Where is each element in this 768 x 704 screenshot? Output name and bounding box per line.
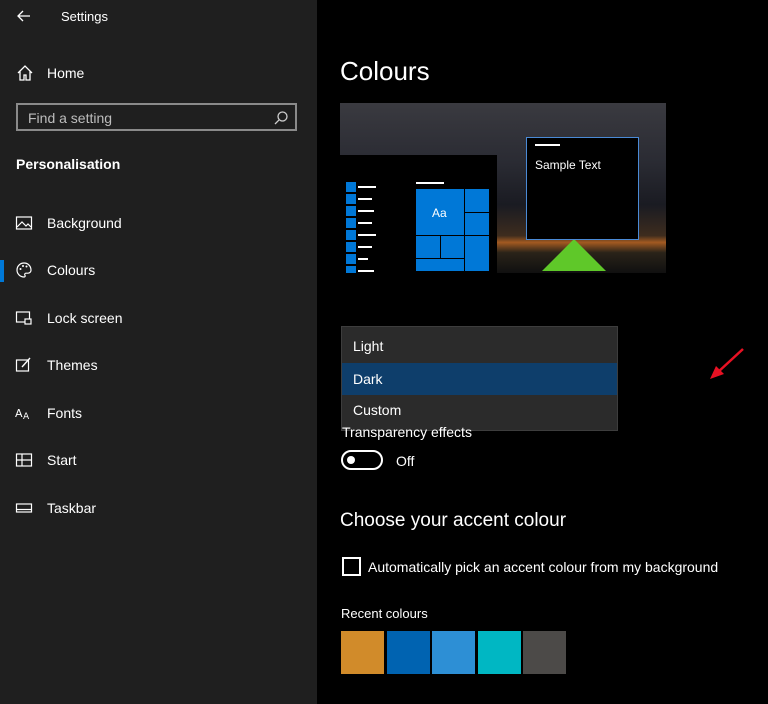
transparency-toggle[interactable] <box>341 450 383 470</box>
preview-tile-text: Aa <box>432 206 447 220</box>
search-icon[interactable] <box>273 110 289 126</box>
sidebar-item-fonts[interactable]: AA Fonts <box>0 397 317 429</box>
home-nav-item[interactable]: Home <box>0 60 317 86</box>
annotation-arrow-icon <box>705 343 755 383</box>
transparency-label: Transparency effects <box>342 424 472 440</box>
sidebar-item-colours[interactable]: Colours <box>0 254 317 286</box>
sidebar-item-start[interactable]: Start <box>0 444 317 476</box>
themes-icon <box>15 356 33 374</box>
home-label: Home <box>47 65 85 81</box>
auto-accent-label[interactable]: Automatically pick an accent colour from… <box>368 559 718 575</box>
sidebar-item-background[interactable]: Background <box>0 207 317 239</box>
recent-colour-swatch[interactable] <box>341 631 384 674</box>
option-label: Dark <box>353 371 383 387</box>
sidebar-item-label: Colours <box>47 262 96 278</box>
tent-graphic <box>542 239 606 271</box>
palette-icon <box>15 261 33 279</box>
sidebar-item-label: Background <box>47 215 122 231</box>
auto-accent-checkbox[interactable] <box>342 557 361 576</box>
sidebar-item-lock-screen[interactable]: Lock screen <box>0 302 317 334</box>
search-placeholder: Find a setting <box>28 110 113 126</box>
window-title: Settings <box>61 9 108 24</box>
svg-text:A: A <box>15 407 23 420</box>
preview-sample-window: Sample Text <box>526 137 639 240</box>
theme-preview: Aa Sample Text <box>340 103 666 273</box>
sidebar-item-label: Lock screen <box>47 310 123 326</box>
recent-colour-swatch[interactable] <box>432 631 475 674</box>
preview-start-menu: Aa <box>340 155 497 273</box>
toggle-state-text: Off <box>396 453 415 469</box>
sidebar-item-label: Start <box>47 452 77 468</box>
search-input[interactable]: Find a setting <box>16 103 297 131</box>
sidebar-item-label: Themes <box>47 357 98 373</box>
sidebar-item-themes[interactable]: Themes <box>0 349 317 381</box>
option-label: Custom <box>353 402 402 418</box>
recent-colours-label: Recent colours <box>341 606 428 621</box>
taskbar-icon <box>15 499 33 517</box>
page-title: Colours <box>340 56 430 86</box>
main-content: Colours Aa Sample Text Light Dark Custom… <box>317 0 768 704</box>
selection-indicator <box>0 260 4 282</box>
dropdown-option-light[interactable]: Light <box>342 330 617 362</box>
lock-screen-icon <box>15 309 33 327</box>
recent-colour-swatch[interactable] <box>523 631 566 674</box>
sidebar-item-taskbar[interactable]: Taskbar <box>0 492 317 524</box>
dropdown-option-custom[interactable]: Custom <box>342 394 617 426</box>
toggle-knob <box>347 456 355 464</box>
colour-mode-dropdown[interactable]: Light Dark Custom <box>341 326 618 431</box>
sidebar-item-label: Fonts <box>47 405 83 421</box>
dropdown-option-dark[interactable]: Dark <box>342 363 617 395</box>
home-icon <box>16 64 34 82</box>
recent-colour-swatch[interactable] <box>387 631 430 674</box>
sidebar-item-label: Taskbar <box>47 500 97 516</box>
back-arrow-icon[interactable] <box>14 6 34 26</box>
section-title: Personalisation <box>16 156 121 172</box>
fonts-icon: AA <box>15 404 33 422</box>
svg-text:A: A <box>23 412 30 422</box>
option-label: Light <box>353 338 384 354</box>
start-icon <box>15 451 33 469</box>
recent-colour-swatch[interactable] <box>478 631 521 674</box>
sidebar: Settings Home Find a setting Personalisa… <box>0 0 317 704</box>
accent-section-title: Choose your accent colour <box>340 510 567 531</box>
preview-sample-text: Sample Text <box>535 158 601 172</box>
picture-icon <box>15 214 33 232</box>
